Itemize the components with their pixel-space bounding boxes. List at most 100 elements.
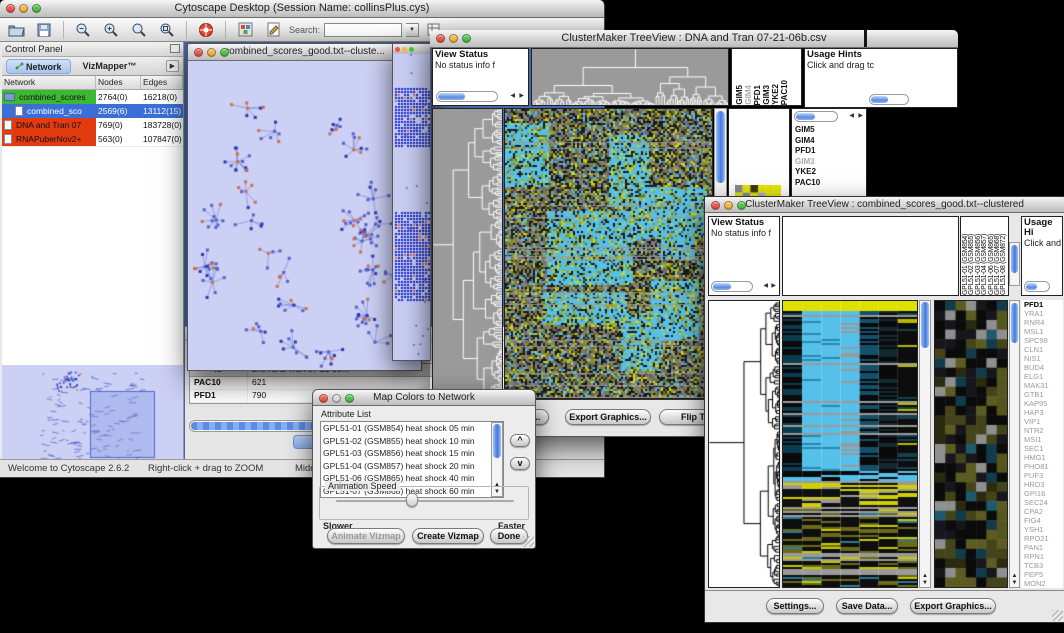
zoom-window-icon[interactable] — [462, 34, 471, 43]
settings-button[interactable]: Settings... — [766, 598, 824, 614]
close-icon[interactable] — [194, 48, 203, 57]
row-label[interactable]: GIM4 — [792, 136, 866, 147]
tv2-row-dendrogram[interactable] — [708, 300, 780, 588]
plugins-icon[interactable] — [233, 20, 257, 40]
tv2-genes-scrollbar[interactable]: ▲▼ — [1009, 300, 1020, 588]
zoom-window-icon[interactable] — [737, 201, 746, 210]
scroll-left-icon[interactable]: ◀ — [510, 91, 515, 102]
tab-overflow-icon[interactable]: ▶ — [166, 60, 179, 72]
zoom-selected-icon[interactable] — [127, 20, 151, 40]
scroll-up-icon[interactable]: ▲ — [922, 573, 928, 579]
tv2-zoom-heatmap[interactable] — [934, 300, 1008, 588]
gene-label[interactable]: MAK31 — [1021, 381, 1063, 390]
attribute-item[interactable]: GPL51-04 (GSM857) heat shock 20 min — [321, 460, 503, 473]
tv2-global-heatmap[interactable] — [782, 300, 918, 588]
zoom-window-icon[interactable] — [345, 394, 354, 403]
help-icon[interactable] — [194, 20, 218, 40]
tv1-column-labels[interactable]: GIM5GIM4PFD1GIM3YKE2PAC10 — [731, 48, 802, 106]
tv2-column-dendrogram-area[interactable] — [782, 216, 959, 296]
gene-label[interactable]: HMG1 — [1021, 453, 1063, 462]
network-overview-canvas[interactable] — [2, 365, 183, 459]
minimize-icon[interactable] — [207, 48, 216, 57]
scroll-up-icon[interactable]: ▲ — [1012, 573, 1018, 579]
gene-label[interactable]: FIG4 — [1021, 516, 1063, 525]
scroll-right-icon[interactable]: ▶ — [858, 111, 863, 122]
gene-label[interactable]: YRA1 — [1021, 309, 1063, 318]
gene-label[interactable]: RPO21 — [1021, 534, 1063, 543]
gene-label[interactable]: SEC1 — [1021, 444, 1063, 453]
move-down-button[interactable]: v — [510, 457, 530, 470]
gene-label[interactable]: PUF3 — [1021, 471, 1063, 480]
gene-label[interactable]: PAN1 — [1021, 543, 1063, 552]
minimize-icon[interactable] — [332, 394, 341, 403]
column-label[interactable]: GIM3 — [762, 85, 771, 105]
minimize-icon[interactable] — [449, 34, 458, 43]
animate-vizmap-button[interactable]: Animate Vizmap — [327, 528, 405, 544]
network-view-canvas[interactable] — [188, 61, 421, 370]
scroll-down-icon[interactable]: ▼ — [1012, 580, 1018, 586]
tv1-column-dendrogram[interactable] — [531, 48, 729, 106]
gene-label[interactable]: VIP1 — [1021, 417, 1063, 426]
zoom-window-icon[interactable] — [220, 48, 229, 57]
column-label[interactable]: PFD1 — [753, 85, 762, 105]
column-label[interactable]: GPL51-08 (GSM872) — [1001, 234, 1007, 295]
gene-label[interactable]: HAP3 — [1021, 408, 1063, 417]
gene-label[interactable]: CLN1 — [1021, 345, 1063, 354]
tab-network[interactable]: Network — [6, 59, 71, 74]
close-icon[interactable] — [319, 394, 328, 403]
network-list-row[interactable]: DNA and Tran 07769(0)183728(0) — [2, 118, 183, 132]
attribute-item[interactable]: GPL51-02 (GSM855) heat shock 10 min — [321, 435, 503, 448]
open-file-icon[interactable] — [4, 20, 28, 40]
tv2-vertical-scrollbar[interactable]: ▲▼ — [919, 300, 931, 588]
background-window-titlebar[interactable] — [393, 44, 430, 54]
close-icon[interactable] — [6, 4, 15, 13]
search-dropdown-icon[interactable]: ▼ — [406, 23, 419, 37]
network-list-row[interactable]: combined_scores2764(0)16218(0) — [2, 90, 183, 104]
minimize-icon[interactable] — [724, 201, 733, 210]
gene-label[interactable]: HRD3 — [1021, 480, 1063, 489]
gene-label[interactable]: TCB3 — [1021, 561, 1063, 570]
save-icon[interactable] — [32, 20, 56, 40]
zoom-window-icon[interactable] — [32, 4, 41, 13]
tv2-labels-scrollbar[interactable] — [1009, 242, 1020, 286]
column-label[interactable]: PAC10 — [780, 80, 789, 105]
close-icon[interactable] — [711, 201, 720, 210]
tv1-status-scrollbar[interactable] — [436, 91, 498, 102]
gene-label[interactable]: MON2 — [1021, 579, 1063, 588]
resize-grip-icon[interactable] — [523, 536, 534, 547]
attribute-item[interactable]: GPL51-03 (GSM856) heat shock 15 min — [321, 447, 503, 460]
float-panel-icon[interactable] — [170, 44, 180, 53]
close-icon[interactable] — [436, 34, 445, 43]
annotation-icon[interactable] — [261, 20, 285, 40]
gene-label[interactable]: NIS1 — [1021, 354, 1063, 363]
speed-slider-thumb[interactable] — [406, 493, 418, 507]
row-label[interactable]: PAC10 — [792, 178, 866, 189]
gene-label[interactable]: PEP5 — [1021, 570, 1063, 579]
gene-label[interactable]: SEC24 — [1021, 498, 1063, 507]
gene-label[interactable]: KAP95 — [1021, 399, 1063, 408]
tv1-row-labels[interactable]: GIM5GIM4PFD1GIM3YKE2PAC10 — [792, 125, 866, 188]
scroll-left-icon[interactable]: ◀ — [849, 111, 854, 122]
scroll-down-icon[interactable]: ▼ — [922, 580, 928, 586]
gene-label[interactable]: ELG1 — [1021, 372, 1063, 381]
scroll-right-icon[interactable]: ▶ — [519, 91, 524, 102]
gene-label[interactable]: RNR4 — [1021, 318, 1063, 327]
treeview1-titlebar[interactable]: ClusterMaker TreeView : DNA and Tran 07-… — [430, 30, 958, 48]
gene-label[interactable]: BUD4 — [1021, 363, 1063, 372]
zoom-fit-icon[interactable] — [155, 20, 179, 40]
column-label[interactable]: GIM5 — [735, 85, 744, 105]
gene-label[interactable]: NTR2 — [1021, 426, 1063, 435]
zoom-window-icon[interactable] — [409, 47, 414, 52]
main-titlebar[interactable]: Cytoscape Desktop (Session Name: collins… — [0, 0, 604, 18]
column-label[interactable]: YKE2 — [771, 84, 780, 105]
tv1-global-heatmap[interactable] — [504, 108, 713, 399]
tv2-status-scrollbar[interactable] — [711, 281, 753, 292]
row-label[interactable]: GIM3 — [792, 157, 866, 168]
treeview2-titlebar[interactable]: ClusterMaker TreeView : combined_scores_… — [705, 197, 1064, 213]
tv1-row-dendrogram[interactable] — [432, 108, 503, 399]
gene-label[interactable]: PFD1 — [1021, 300, 1063, 309]
resize-grip-icon[interactable] — [1052, 610, 1063, 621]
create-vizmap-button[interactable]: Create Vizmap — [412, 528, 484, 544]
tv1-hints-scrollbar[interactable] — [869, 94, 909, 105]
row-label[interactable]: PFD1 — [792, 146, 866, 157]
